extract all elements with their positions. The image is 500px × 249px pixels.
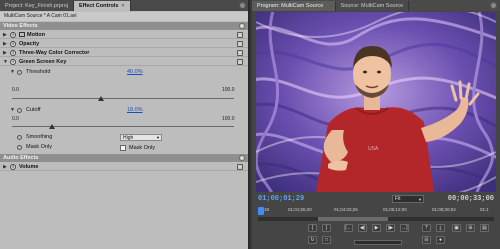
threshold-slider[interactable] — [12, 96, 234, 102]
tab-program[interactable]: Program: MultiCam Source × — [252, 1, 336, 11]
tab-source[interactable]: Source: MultiCam Source — [336, 1, 410, 11]
collapse-triangle-icon[interactable]: ▼ — [10, 106, 15, 115]
set-out-icon[interactable]: } — [322, 224, 331, 232]
output-icon[interactable]: ▤ — [480, 224, 489, 232]
jog-shuttle[interactable] — [354, 240, 402, 245]
collapse-triangle-icon[interactable]: ▼ — [3, 58, 8, 66]
mask-only-checkbox[interactable] — [120, 145, 126, 151]
program-monitor-panel: Program: MultiCam Source × Source: MultiC… — [252, 0, 500, 249]
scroll-up-icon[interactable] — [239, 23, 245, 29]
export-frame-icon[interactable]: ▣ — [452, 224, 461, 232]
program-video-frame[interactable]: USA — [256, 12, 496, 192]
ruler-label: 01;1 — [480, 207, 489, 212]
motion-icon — [19, 32, 25, 38]
zoom-scrollbar-thumb[interactable] — [318, 217, 388, 221]
threshold-value[interactable]: 40.0% — [127, 68, 143, 77]
left-tab-bar: Project: Key_Finish.prproj Effect Contro… — [0, 0, 248, 11]
param-cutoff: ▼ Cutoff 18.0% — [10, 106, 143, 115]
clip-name: MultiCam Source * A Cam 01.avi — [0, 12, 248, 21]
audio-effects-header: Audio Effects — [0, 154, 248, 162]
effect-row-motion[interactable]: ▶ f Motion — [0, 31, 248, 39]
safe-margins-icon[interactable]: □ — [322, 236, 331, 244]
stopwatch-icon[interactable] — [17, 135, 22, 140]
zoom-select[interactable]: Fit ▼ — [392, 195, 424, 203]
ruler-label: 18 — [264, 207, 270, 212]
ruler-label: 01;04;03;26 — [334, 207, 358, 212]
slider-thumb[interactable] — [48, 124, 55, 129]
set-in-icon[interactable]: { — [308, 224, 317, 232]
scroll-icon[interactable] — [239, 155, 245, 161]
right-tab-bar: Program: MultiCam Source × Source: MultiC… — [252, 0, 500, 11]
cutoff-value[interactable]: 18.0% — [127, 106, 143, 115]
effect-row-volume[interactable]: ▶ f Volume — [0, 163, 248, 171]
expand-triangle-icon[interactable]: ▶ — [3, 163, 7, 171]
ruler-label: 01;08;20;04 — [432, 207, 456, 212]
stopwatch-icon[interactable] — [17, 108, 22, 113]
ruler-label: 01;06;12;00 — [383, 207, 407, 212]
reset-icon[interactable] — [237, 32, 243, 38]
panel-menu-icon[interactable] — [490, 2, 497, 9]
reset-icon[interactable] — [237, 41, 243, 47]
expand-triangle-icon[interactable]: ▶ — [3, 49, 7, 57]
slider-thumb[interactable] — [97, 96, 104, 101]
param-threshold: ▼ Threshold 40.0% — [10, 68, 143, 77]
stopwatch-icon[interactable] — [17, 145, 22, 150]
expand-triangle-icon[interactable]: ▶ — [3, 31, 7, 39]
timeline-zoom-scrollbar[interactable] — [258, 217, 494, 221]
effect-controls-panel: Project: Key_Finish.prproj Effect Contro… — [0, 0, 250, 249]
chevron-down-icon: ▼ — [418, 197, 422, 202]
reset-icon[interactable] — [237, 50, 243, 56]
trim-icon[interactable]: ⊞ — [466, 224, 475, 232]
video-image: USA — [256, 12, 496, 192]
smoothing-select[interactable]: High ▼ — [120, 134, 162, 141]
threshold-range: 0.0 100.0 — [12, 87, 235, 93]
step-forward-icon[interactable]: |▶ — [386, 224, 395, 232]
cutoff-slider[interactable] — [12, 124, 234, 130]
collapse-triangle-icon[interactable]: ▼ — [10, 68, 15, 77]
playhead[interactable] — [258, 207, 264, 215]
loop-icon[interactable]: ↻ — [308, 236, 317, 244]
expand-triangle-icon[interactable]: ▶ — [3, 40, 7, 48]
go-to-out-icon[interactable]: →} — [400, 224, 409, 232]
reset-icon[interactable] — [237, 164, 243, 170]
video-effects-header: Video Effects — [0, 22, 248, 30]
close-icon[interactable]: × — [326, 3, 329, 9]
fx-toggle-icon[interactable]: f — [10, 164, 16, 170]
fx-toggle-icon[interactable]: f — [10, 50, 16, 56]
panel-menu-icon[interactable] — [239, 2, 246, 9]
lift-icon[interactable]: ⤒ — [422, 224, 431, 232]
play-icon[interactable]: ▶ — [372, 224, 381, 232]
duration-timecode: 00;00;33;00 — [447, 195, 494, 203]
close-icon[interactable]: × — [121, 3, 124, 9]
effect-row-three-way-color-corrector[interactable]: ▶ f Three-Way Color Corrector — [0, 49, 248, 57]
effect-row-opacity[interactable]: ▶ f Opacity — [0, 40, 248, 48]
current-timecode[interactable]: 01;00;01;29 — [258, 194, 304, 204]
record-icon[interactable]: ● — [436, 236, 445, 244]
transport-controls: { } {← ◀| ▶ |▶ →} ⤒ ⤓ ▣ ⊞ ▤ ↻ □ ⊟ ● — [252, 222, 500, 249]
stopwatch-icon[interactable] — [17, 70, 22, 75]
svg-text:USA: USA — [368, 146, 379, 152]
tab-effect-controls[interactable]: Effect Controls × — [73, 1, 131, 11]
tab-project[interactable]: Project: Key_Finish.prproj — [0, 1, 74, 11]
cutoff-range: 0.0 100.0 — [12, 116, 235, 122]
multicam-icon[interactable]: ⊟ — [422, 236, 431, 244]
go-to-in-icon[interactable]: {← — [344, 224, 353, 232]
extract-icon[interactable]: ⤓ — [436, 224, 445, 232]
ruler-label: 01;01;55;20 — [288, 207, 312, 212]
time-ruler[interactable]: 18 01;01;55;20 01;04;03;26 01;06;12;00 0… — [258, 207, 494, 215]
step-back-icon[interactable]: ◀| — [358, 224, 367, 232]
fx-toggle-icon[interactable]: f — [10, 59, 16, 65]
effect-row-green-screen-key[interactable]: ▼ f Green Screen Key — [0, 58, 248, 66]
fx-toggle-icon[interactable]: f — [10, 41, 16, 47]
monitor-timecode-row: 01;00;01;29 Fit ▼ 00;00;33;00 — [252, 194, 500, 204]
fx-toggle-icon[interactable]: f — [10, 32, 16, 38]
chevron-down-icon: ▼ — [156, 135, 160, 140]
reset-icon[interactable] — [237, 59, 243, 65]
